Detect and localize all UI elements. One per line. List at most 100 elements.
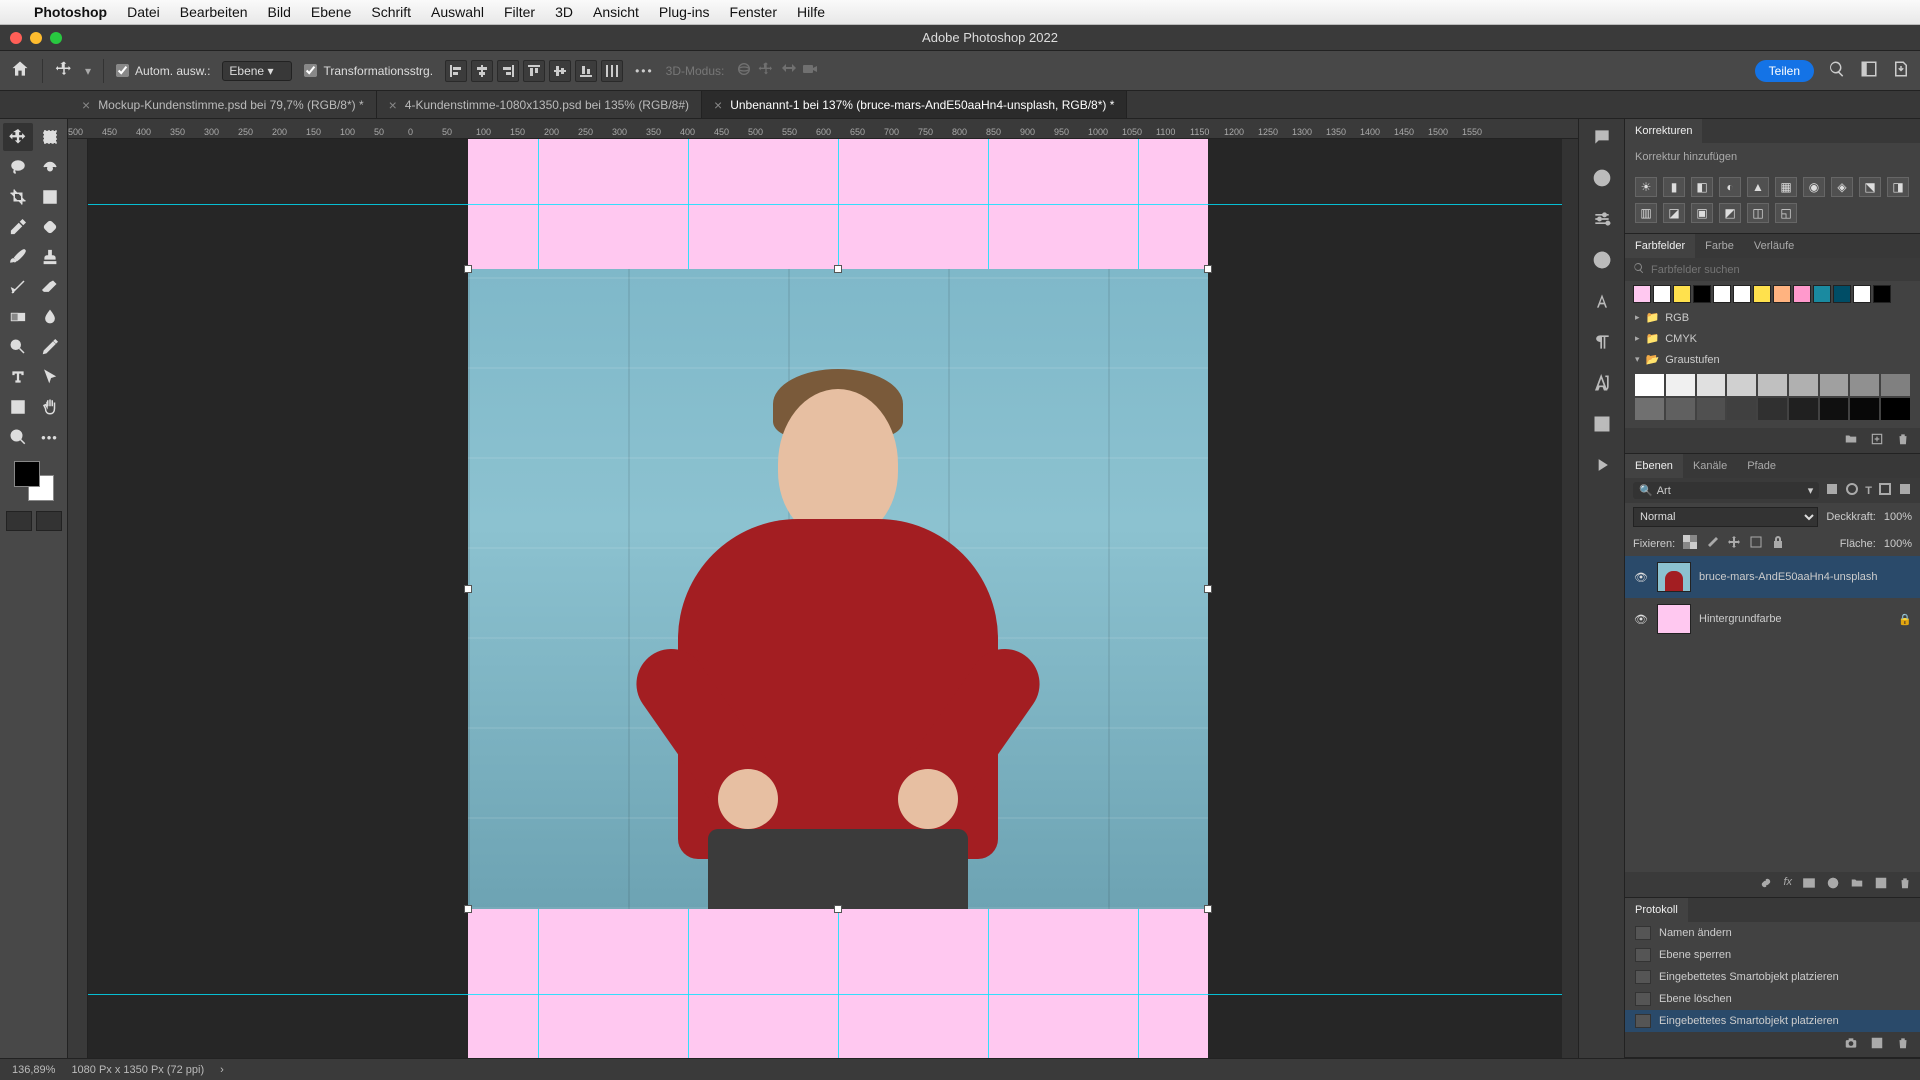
swatch[interactable] [1820,398,1849,420]
menu-fenster[interactable]: Fenster [730,4,777,20]
ruler-vertical[interactable] [68,139,88,1058]
swatch[interactable] [1697,374,1726,396]
lock-artboard-icon[interactable] [1749,535,1763,552]
swatch[interactable] [1753,285,1771,303]
app-name[interactable]: Photoshop [34,4,107,20]
swatch-folder-rgb[interactable]: ▸📁RGB [1625,307,1920,328]
panel-tab-channels[interactable]: Kanäle [1683,454,1737,478]
transform-handle[interactable] [1204,265,1212,273]
swatch[interactable] [1833,285,1851,303]
edit-toolbar-icon[interactable]: ••• [35,423,65,451]
screenmode-icon[interactable] [36,511,62,531]
align-center-v-icon[interactable] [549,60,571,82]
swatch[interactable] [1813,285,1831,303]
scrollbar-vertical[interactable] [1562,139,1578,1058]
align-center-h-icon[interactable] [471,60,493,82]
share-button[interactable]: Teilen [1755,60,1814,82]
swatch[interactable] [1666,398,1695,420]
transform-controls-checkbox[interactable]: Transformationsstrg. [304,64,433,78]
panel-tab-color[interactable]: Farbe [1695,234,1744,258]
swatch[interactable] [1773,285,1791,303]
paragraph-icon[interactable] [1592,332,1612,355]
new-folder-icon[interactable] [1844,432,1858,449]
document-tab[interactable]: ×Unbenannt-1 bei 137% (bruce-mars-AndE50… [702,91,1127,118]
adjustment-preset-icon[interactable]: ☀ [1635,177,1657,197]
history-item[interactable]: Eingebettetes Smartobjekt platzieren [1625,966,1920,988]
transform-handle[interactable] [834,265,842,273]
healing-tool[interactable] [35,213,65,241]
filter-shape-icon[interactable] [1878,482,1892,499]
history-item[interactable]: Ebene sperren [1625,944,1920,966]
properties-icon[interactable] [1592,209,1612,232]
quick-select-tool[interactable] [35,153,65,181]
fill-value[interactable]: 100% [1884,538,1912,550]
lasso-tool[interactable] [3,153,33,181]
swatch-folder-gray[interactable]: ▾📂Graustufen [1625,349,1920,370]
trash-icon[interactable] [1896,1036,1910,1053]
auto-select-checkbox[interactable]: Autom. ausw.: [116,64,210,78]
layer-thumbnail[interactable] [1657,604,1691,634]
window-minimize-icon[interactable] [30,32,42,44]
adjustment-preset-icon[interactable]: ▣ [1691,203,1713,223]
shape-tool[interactable] [3,393,33,421]
layer-row[interactable]: 👁 bruce-mars-AndE50aaHn4-unsplash [1625,556,1920,598]
menu-plugins[interactable]: Plug-ins [659,4,710,20]
swatch[interactable] [1693,285,1711,303]
menu-auswahl[interactable]: Auswahl [431,4,484,20]
new-layer-icon[interactable] [1874,876,1888,893]
swatch-search-input[interactable] [1651,264,1912,276]
zoom-level[interactable]: 136,89% [12,1064,55,1076]
adjustment-preset-icon[interactable]: ◫ [1747,203,1769,223]
trash-icon[interactable] [1896,432,1910,449]
gradient-tool[interactable] [3,303,33,331]
stamp-tool[interactable] [35,243,65,271]
transform-handle[interactable] [1204,905,1212,913]
history-item[interactable]: Ebene löschen [1625,988,1920,1010]
placed-image[interactable] [468,269,1208,909]
lock-transparent-icon[interactable] [1683,535,1697,552]
marquee-tool[interactable] [35,123,65,151]
panel-tab-history[interactable]: Protokoll [1625,898,1688,922]
new-group-icon[interactable] [1850,876,1864,893]
canvas[interactable] [88,139,1562,1058]
history-brush-tool[interactable] [3,273,33,301]
actions-icon[interactable] [1592,455,1612,478]
frame-tool[interactable] [35,183,65,211]
transform-handle[interactable] [834,905,842,913]
swatch-folder-cmyk[interactable]: ▸📁CMYK [1625,328,1920,349]
filter-adjust-icon[interactable] [1845,482,1859,499]
adjustments-icon[interactable] [1592,250,1612,273]
swatch[interactable] [1697,398,1726,420]
lock-position-icon[interactable] [1727,535,1741,552]
swatch[interactable] [1793,285,1811,303]
adjustment-preset-icon[interactable]: ⬔ [1859,177,1881,197]
adjustment-layer-icon[interactable] [1826,876,1840,893]
transform-handle[interactable] [464,905,472,913]
menu-filter[interactable]: Filter [504,4,535,20]
swatch[interactable] [1727,374,1756,396]
panel-tab-swatches[interactable]: Farbfelder [1625,234,1695,258]
guide[interactable] [88,994,1562,995]
quickmask-icon[interactable] [6,511,32,531]
swatch[interactable] [1635,374,1664,396]
new-document-icon[interactable] [1870,1036,1884,1053]
visibility-icon[interactable]: 👁 [1633,571,1649,584]
workspace-icon[interactable] [1860,60,1878,81]
adjustment-preset-icon[interactable]: ◩ [1719,203,1741,223]
transform-handle[interactable] [464,585,472,593]
home-icon[interactable] [10,59,30,82]
libraries-icon[interactable] [1592,414,1612,437]
pen-tool[interactable] [35,333,65,361]
filter-smart-icon[interactable] [1898,482,1912,499]
panel-tab-adjustments[interactable]: Korrekturen [1625,119,1702,143]
foreground-color-swatch[interactable] [14,461,40,487]
swatch[interactable] [1635,398,1664,420]
transform-handle[interactable] [464,265,472,273]
swatch[interactable] [1850,398,1879,420]
layer-thumbnail[interactable] [1657,562,1691,592]
path-select-tool[interactable] [35,363,65,391]
adjustment-preset-icon[interactable]: ◨ [1887,177,1909,197]
swatch[interactable] [1789,398,1818,420]
filter-pixel-icon[interactable] [1825,482,1839,499]
crop-tool[interactable] [3,183,33,211]
